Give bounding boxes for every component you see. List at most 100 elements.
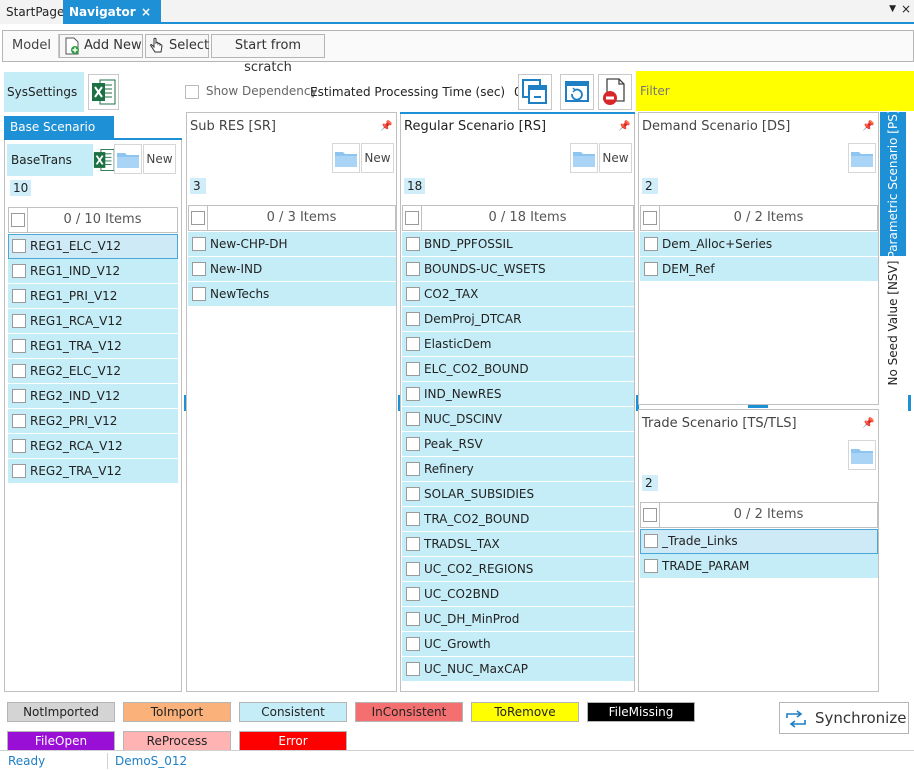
list-item-checkbox[interactable] xyxy=(406,387,420,401)
sub-open-folder-button[interactable] xyxy=(332,143,360,173)
list-item[interactable]: New-CHP-DH xyxy=(188,232,396,257)
list-item[interactable]: DemProj_DTCAR xyxy=(402,307,634,332)
horizontal-splitter-handle[interactable] xyxy=(748,405,768,408)
show-dependency-check[interactable] xyxy=(185,84,199,99)
demand-open-folder-button[interactable] xyxy=(848,143,876,173)
list-item[interactable]: REG2_PRI_V12 xyxy=(8,409,178,434)
list-item-checkbox[interactable] xyxy=(192,287,206,301)
start-from-scratch-button[interactable]: Start from scratch xyxy=(211,34,325,75)
select-button[interactable]: Select xyxy=(145,34,209,58)
list-item-checkbox[interactable] xyxy=(406,662,420,676)
list-item-checkbox[interactable] xyxy=(644,534,658,548)
list-item-checkbox[interactable] xyxy=(406,587,420,601)
filter-input[interactable]: Filter xyxy=(636,71,914,111)
list-item-checkbox[interactable] xyxy=(406,637,420,651)
list-item[interactable]: TRADSL_TAX xyxy=(402,532,634,557)
list-item-checkbox[interactable] xyxy=(644,559,658,573)
show-dependency-checkbox[interactable]: Show Dependency xyxy=(185,84,318,99)
sub-select-all-checkbox[interactable] xyxy=(191,211,205,225)
pin-icon[interactable]: 📌 xyxy=(380,121,392,132)
sub-new-button[interactable]: New xyxy=(361,143,394,173)
tab-no-seed-value[interactable]: No Seed Value [NSV] xyxy=(880,260,906,386)
trade-select-all-checkbox[interactable] xyxy=(643,508,657,522)
list-item-checkbox[interactable] xyxy=(406,612,420,626)
list-item-checkbox[interactable] xyxy=(12,364,26,378)
list-item-checkbox[interactable] xyxy=(406,462,420,476)
list-item[interactable]: REG1_IND_V12 xyxy=(8,259,178,284)
copy-scenarios-button[interactable] xyxy=(518,74,552,110)
list-item[interactable]: NewTechs xyxy=(188,282,396,307)
list-item[interactable]: REG1_TRA_V12 xyxy=(8,334,178,359)
list-item[interactable]: Refinery xyxy=(402,457,634,482)
demand-select-all-checkbox[interactable] xyxy=(643,211,657,225)
trade-open-folder-button[interactable] xyxy=(848,440,876,470)
sys-settings-label[interactable]: SysSettings xyxy=(4,72,84,112)
list-item-checkbox[interactable] xyxy=(12,289,26,303)
list-item-checkbox[interactable] xyxy=(406,362,420,376)
list-item-checkbox[interactable] xyxy=(12,414,26,428)
pin-icon[interactable]: 📌 xyxy=(862,121,874,132)
sys-settings-excel-button[interactable] xyxy=(88,74,119,110)
list-item[interactable]: UC_CO2BND xyxy=(402,582,634,607)
list-item[interactable]: CO2_TAX xyxy=(402,282,634,307)
basetrans-excel-button[interactable] xyxy=(93,145,115,175)
add-new-button[interactable]: Add New xyxy=(59,34,143,58)
list-item[interactable]: BOUNDS-UC_WSETS xyxy=(402,257,634,282)
list-item-checkbox[interactable] xyxy=(12,389,26,403)
synchronize-button[interactable]: Synchronize xyxy=(779,702,909,734)
list-item[interactable]: _Trade_Links xyxy=(640,529,878,554)
list-item-checkbox[interactable] xyxy=(406,412,420,426)
list-item[interactable]: TRADE_PARAM xyxy=(640,554,878,579)
list-item-checkbox[interactable] xyxy=(12,264,26,278)
list-item-checkbox[interactable] xyxy=(406,562,420,576)
splitter-handle[interactable] xyxy=(908,395,911,411)
list-item[interactable]: UC_Growth xyxy=(402,632,634,657)
list-item[interactable]: IND_NewRES xyxy=(402,382,634,407)
list-item-checkbox[interactable] xyxy=(12,439,26,453)
list-item-checkbox[interactable] xyxy=(644,262,658,276)
list-item-checkbox[interactable] xyxy=(406,262,420,276)
close-icon[interactable]: × xyxy=(139,0,153,24)
list-item[interactable]: REG1_RCA_V12 xyxy=(8,309,178,334)
list-item-checkbox[interactable] xyxy=(12,339,26,353)
list-item[interactable]: Peak_RSV xyxy=(402,432,634,457)
list-item[interactable]: TRA_CO2_BOUND xyxy=(402,507,634,532)
list-item[interactable]: REG2_RCA_V12 xyxy=(8,434,178,459)
list-item-checkbox[interactable] xyxy=(644,237,658,251)
pin-icon[interactable]: 📌 xyxy=(862,418,874,429)
tab-parametric-scenario[interactable]: Parametric Scenario [PS] xyxy=(880,110,906,259)
list-item-checkbox[interactable] xyxy=(406,537,420,551)
list-item[interactable]: SOLAR_SUBSIDIES xyxy=(402,482,634,507)
base-scenario-tab[interactable]: Base Scenario [BS] xyxy=(4,116,114,156)
regular-open-folder-button[interactable] xyxy=(570,143,598,173)
regular-select-all-checkbox[interactable] xyxy=(405,211,419,225)
list-item[interactable]: NUC_DSCINV xyxy=(402,407,634,432)
list-item[interactable]: REG2_IND_V12 xyxy=(8,384,178,409)
list-item[interactable]: ElasticDem xyxy=(402,332,634,357)
list-item[interactable]: DEM_Ref xyxy=(640,257,878,282)
list-item[interactable]: ELC_CO2_BOUND xyxy=(402,357,634,382)
list-item[interactable]: UC_NUC_MaxCAP xyxy=(402,657,634,682)
list-item[interactable]: UC_CO2_REGIONS xyxy=(402,557,634,582)
list-item-checkbox[interactable] xyxy=(406,437,420,451)
list-item[interactable]: REG1_PRI_V12 xyxy=(8,284,178,309)
delete-document-button[interactable] xyxy=(598,74,632,110)
list-item-checkbox[interactable] xyxy=(406,337,420,351)
basetrans-label[interactable]: BaseTrans xyxy=(7,144,93,176)
tab-list-dropdown-icon[interactable]: ▼ xyxy=(889,0,896,20)
list-item-checkbox[interactable] xyxy=(406,512,420,526)
list-item-checkbox[interactable] xyxy=(406,287,420,301)
list-item[interactable]: BND_PPFOSSIL xyxy=(402,232,634,257)
list-item-checkbox[interactable] xyxy=(406,487,420,501)
list-item[interactable]: New-IND xyxy=(188,257,396,282)
list-item[interactable]: REG2_TRA_V12 xyxy=(8,459,178,484)
list-item-checkbox[interactable] xyxy=(12,464,26,478)
list-item-checkbox[interactable] xyxy=(406,312,420,326)
base-new-button[interactable]: New xyxy=(143,144,176,174)
regular-new-button[interactable]: New xyxy=(599,143,632,173)
list-item-checkbox[interactable] xyxy=(406,237,420,251)
tab-startpage[interactable]: StartPage xyxy=(0,0,64,24)
list-item-checkbox[interactable] xyxy=(12,314,26,328)
list-item-checkbox[interactable] xyxy=(12,239,26,253)
base-select-all-checkbox[interactable] xyxy=(11,213,25,227)
